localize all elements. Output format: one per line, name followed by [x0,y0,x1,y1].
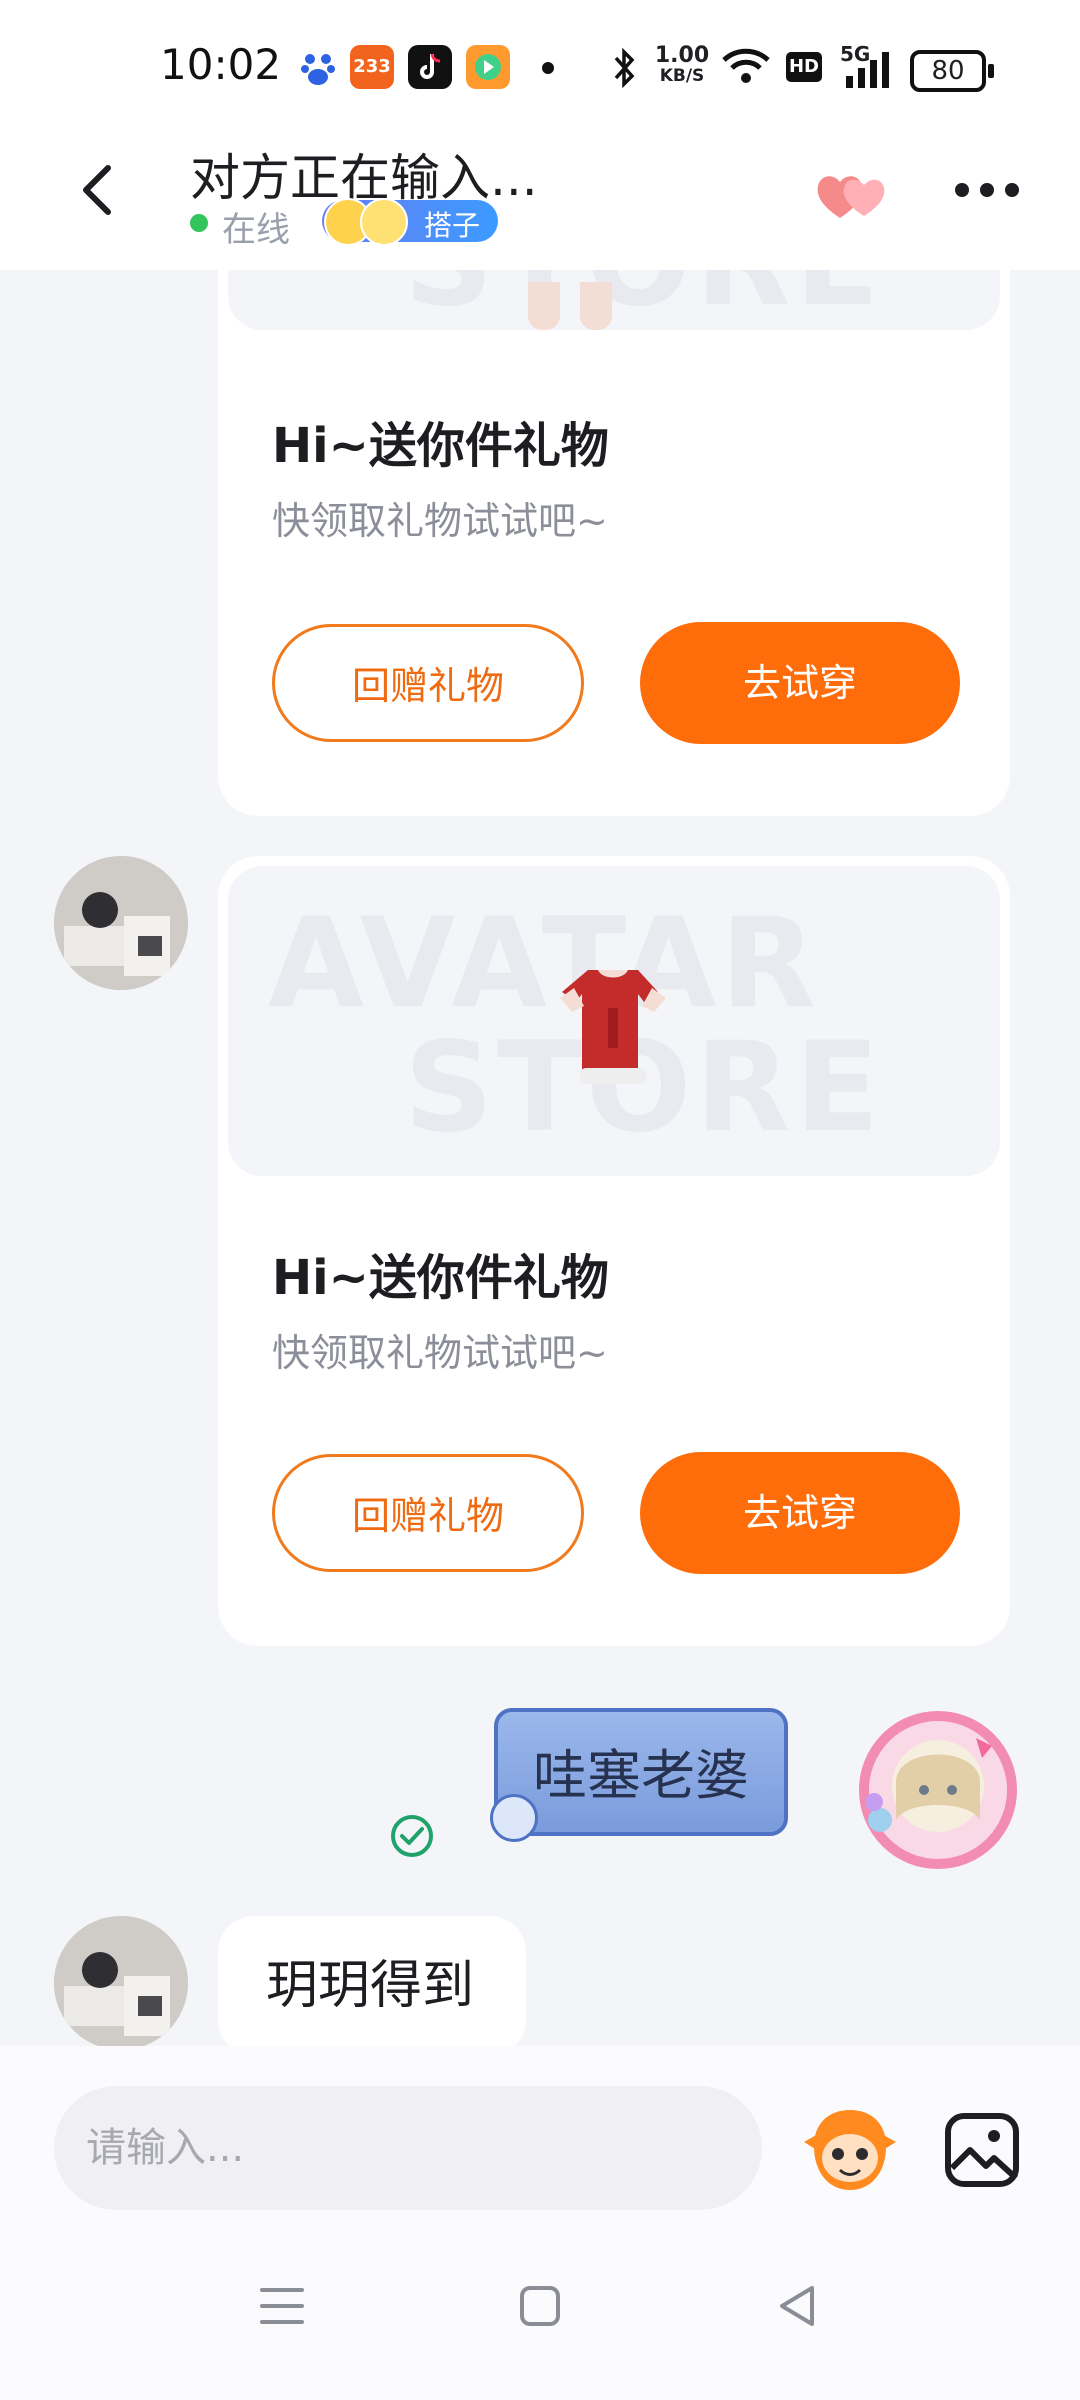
badge-label: 搭子 [424,209,481,242]
input-bar: 请输入... [0,2046,1080,2226]
message-input[interactable]: 请输入... [54,2086,762,2210]
back-arrow-icon[interactable] [70,160,130,220]
hd-icon: HD [786,52,822,82]
avatar[interactable] [54,1916,188,2046]
gift-card-title: Hi~送你件礼物 [272,418,609,474]
my-message-bubble[interactable]: 哇塞老婆 [494,1708,788,1836]
online-status: 在线 [222,210,290,250]
back-triangle-icon[interactable] [768,2276,828,2336]
baidu-icon [296,45,340,89]
gift-card-title: Hi~送你件礼物 [272,1250,609,1306]
read-receipt-icon [390,1814,434,1858]
home-square-icon[interactable] [510,2276,570,2336]
watermark-text: STORE [404,270,884,330]
status-bar: 10:02 233 1.00 KB/S HD 5G 80 [0,0,1080,130]
hearts-icon[interactable] [812,166,892,226]
online-indicator [190,214,208,232]
red-jacket-image [538,958,688,1102]
signal-icon [840,52,892,94]
notification-dot [542,62,554,74]
net-speed: 1.00 KB/S [654,43,710,87]
gift-card-subtitle: 快领取礼物试试吧~ [272,499,608,543]
gift-card: AVATAR STORE Hi~送你件礼物 快领取礼物试试吧~ 回赠礼物 去试穿 [218,856,1010,1646]
wifi-icon [720,46,772,90]
my-avatar[interactable] [858,1710,1018,1870]
chat-header: 对方正在输入... 在线 搭子 [0,130,1080,270]
image-icon[interactable] [944,2112,1020,2188]
battery-icon: 80 [910,50,994,92]
gift-card: STORE Hi~送你件礼物 快领取礼物试试吧~ 回赠礼物 去试穿 [218,270,1010,816]
gift-image: STORE [228,270,1000,330]
233-icon: 233 [350,45,394,89]
return-gift-button[interactable]: 回赠礼物 [272,1454,584,1572]
gift-card-subtitle: 快领取礼物试试吧~ [272,1331,608,1375]
bubble-decoration-icon [490,1794,538,1842]
tiktok-icon [408,45,452,89]
return-gift-button[interactable]: 回赠礼物 [272,624,584,742]
try-on-button[interactable]: 去试穿 [640,1452,960,1574]
star-eyes-emoji-icon [360,198,408,246]
their-message-bubble[interactable]: 玥玥得到 [218,1916,526,2046]
video-app-icon [466,45,510,89]
status-time: 10:02 [160,40,282,89]
try-on-button[interactable]: 去试穿 [640,622,960,744]
more-options-icon[interactable] [952,180,1022,200]
chat-message-list[interactable]: STORE Hi~送你件礼物 快领取礼物试试吧~ 回赠礼物 去试穿 AVATAR… [0,270,1080,2046]
system-nav-bar [0,2226,1080,2400]
gift-image: AVATAR STORE [228,866,1000,1176]
menu-icon[interactable] [252,2276,312,2336]
bluetooth-icon [612,46,638,94]
gift-legs-image [528,282,560,330]
avatar[interactable] [54,856,188,990]
emoji-mascot-icon[interactable] [800,2102,900,2198]
